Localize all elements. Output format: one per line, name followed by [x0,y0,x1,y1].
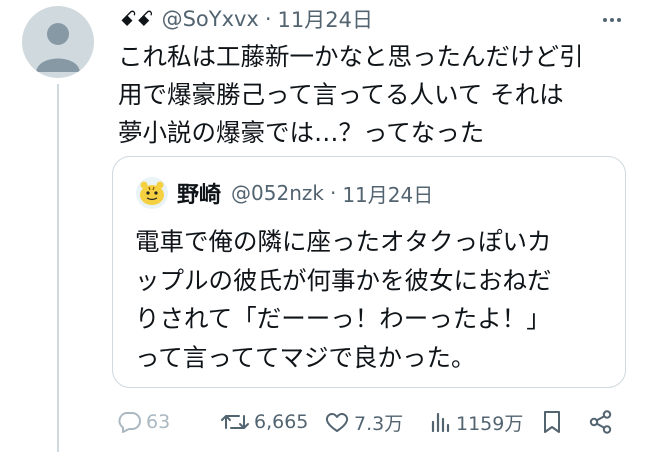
quote-avatar[interactable] [135,176,169,210]
share-icon [589,410,612,434]
views-count: 1159万 [456,412,524,435]
quote-text: 電車で俺の隣に座ったオタクっぽいカ ップルの彼氏が何事かを彼女におねだ りされて… [135,227,552,372]
bookmark-button[interactable] [540,404,568,440]
retweet-icon [221,415,249,429]
reply-icon [118,412,141,433]
default-avatar-icon [36,23,80,72]
reply-count: 63 [146,411,171,433]
retweet-button[interactable]: 6,665 [220,404,308,440]
tweet-text: これ私は工藤新一かなと思ったんだけど引 用で爆豪勝己って言ってる人いて それは … [118,42,584,147]
tweet-date[interactable]: 11月24日 [278,4,373,34]
avatar[interactable] [22,6,94,78]
like-button[interactable]: 7.3万 [324,404,403,440]
quote-separator: · [329,181,337,205]
separator: · [264,7,272,31]
quote-date[interactable]: 11月24日 [342,179,433,208]
share-button[interactable] [588,404,618,440]
handle[interactable]: @SoYxvx [162,7,259,31]
quote-tweet[interactable]: 野崎 @052nzk · 11月24日 電車で俺の隣に座ったオタクっぽいカ ップ… [112,156,626,388]
quote-header: 野崎 @052nzk · 11月24日 [135,175,433,211]
thread-line [57,84,59,452]
tweet-header: ꗃꗃ @SoYxvx · 11月24日 [120,4,620,34]
reply-button[interactable]: 63 [116,404,170,440]
like-icon [325,412,349,432]
more-icon[interactable] [600,8,624,32]
retweet-count: 6,665 [254,411,309,433]
quote-handle[interactable]: @052nzk [231,181,324,205]
views-button[interactable]: 1159万 [428,404,523,440]
display-name[interactable]: ꗃꗃ [120,7,154,32]
tiger-avatar-icon [136,177,168,209]
views-icon [431,412,450,433]
bookmark-icon [544,411,560,433]
like-count: 7.3万 [354,412,404,435]
action-bar: 63 6,665 7.3万 1159万 [112,404,632,440]
quote-display-name[interactable]: 野崎 [177,177,221,209]
